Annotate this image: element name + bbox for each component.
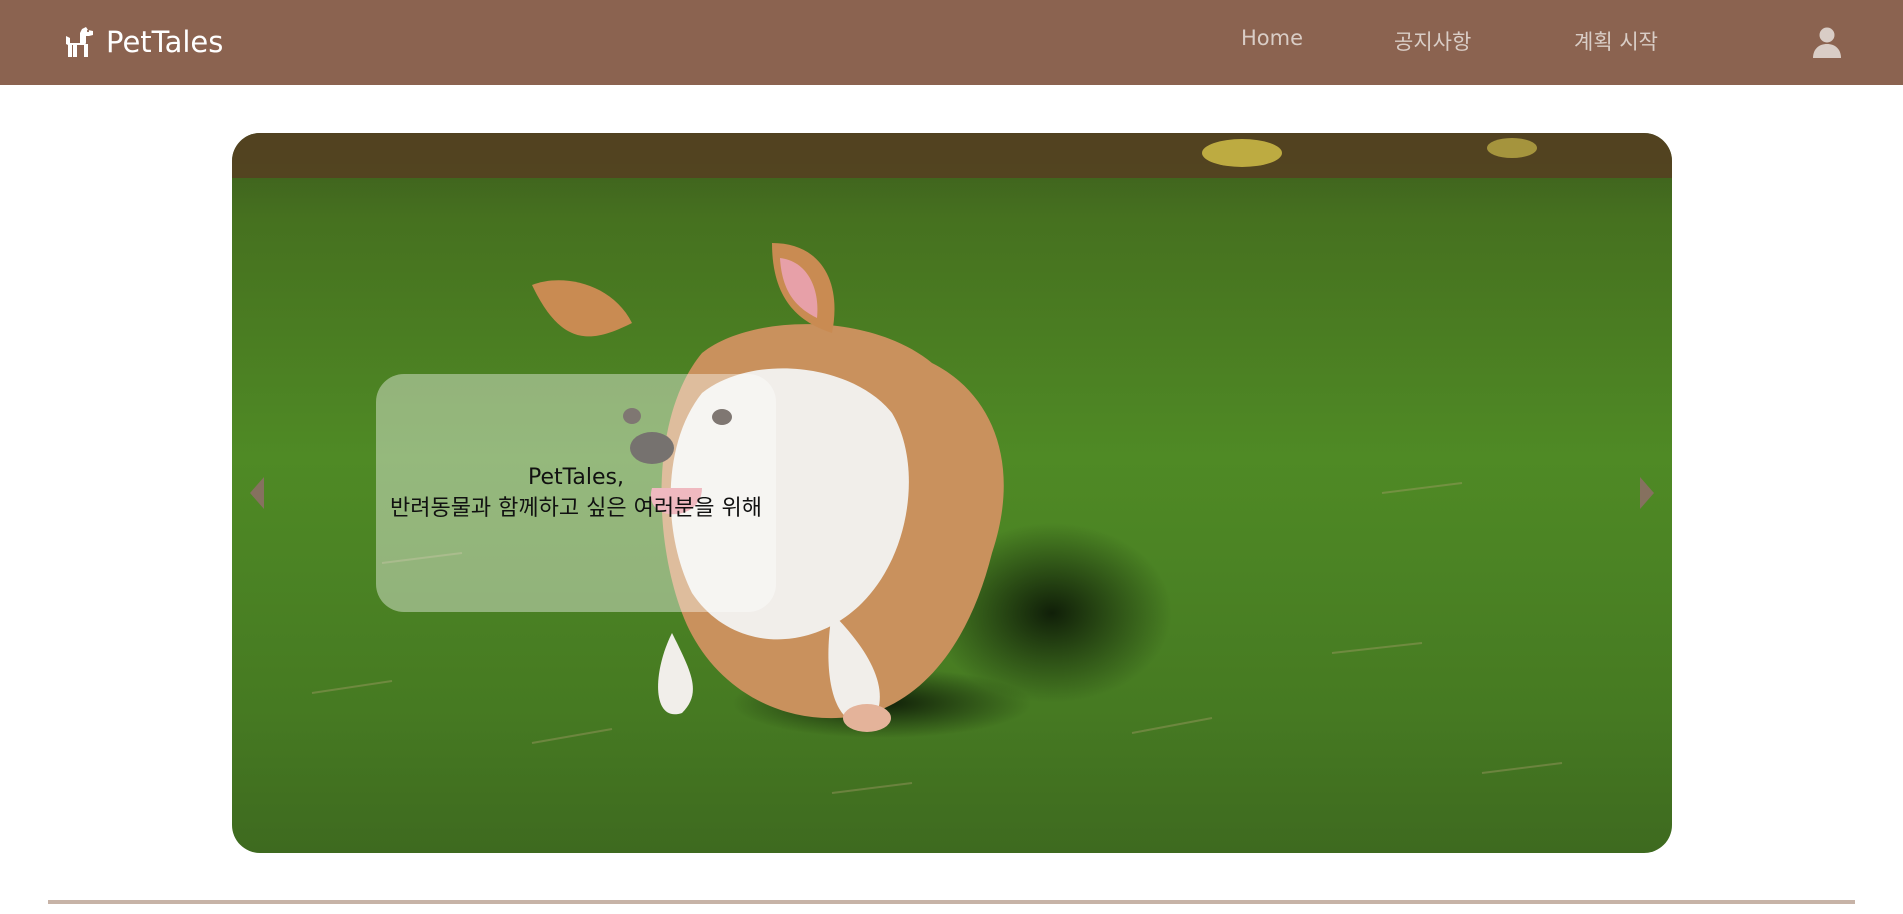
caption-title: PetTales, xyxy=(527,465,625,490)
top-navbar: PetTales Home 공지사항 계획 시작 xyxy=(0,0,1903,85)
section-divider xyxy=(48,900,1855,904)
nav-home[interactable]: Home xyxy=(1241,26,1303,50)
chevron-left-icon[interactable] xyxy=(246,473,270,513)
brand-name: PetTales xyxy=(106,25,224,59)
nav-start-plan[interactable]: 계획 시작 xyxy=(1574,26,1658,56)
dog-icon xyxy=(66,27,93,57)
hero-carousel: PetTales, 반려동물과 함께하고 싶은 여러분을 위해 xyxy=(232,133,1672,853)
hero-caption-box: PetTales, 반려동물과 함께하고 싶은 여러분을 위해 xyxy=(376,374,776,612)
nav-notice[interactable]: 공지사항 xyxy=(1394,26,1471,56)
brand-logo-link[interactable]: PetTales xyxy=(62,22,223,62)
user-icon[interactable] xyxy=(1812,26,1842,58)
caption-subtitle: 반려동물과 함께하고 싶은 여러분을 위해 xyxy=(389,496,763,521)
chevron-right-icon[interactable] xyxy=(1634,473,1658,513)
